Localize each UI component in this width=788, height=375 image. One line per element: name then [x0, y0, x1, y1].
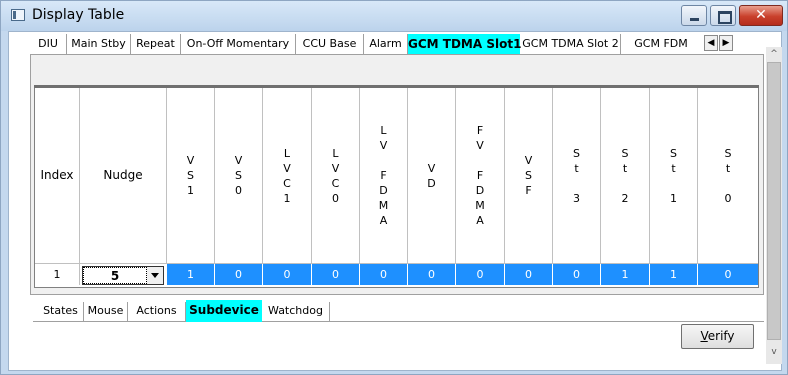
cell-st1[interactable]: 1 [650, 264, 698, 285]
scrollbar-thumb[interactable] [767, 62, 781, 340]
header-lvc1[interactable]: L V C 1 [263, 88, 312, 264]
cell-lv-fdma[interactable]: 0 [360, 264, 408, 285]
minimize-button[interactable] [681, 5, 707, 26]
tab-diu[interactable]: DIU [30, 34, 67, 54]
header-st2[interactable]: S t 2 [601, 88, 650, 264]
verify-label: erify [707, 329, 735, 343]
tab-gcm-tdma-slot-2[interactable]: GCM TDMA Slot 2 [521, 34, 621, 54]
app-icon [11, 9, 25, 21]
header-vd[interactable]: V D [408, 88, 456, 264]
verify-accelerator: V [700, 329, 708, 343]
tab-gcm-tdma-slot1[interactable]: GCM TDMA Slot1 [408, 34, 521, 54]
chevron-down-icon[interactable] [147, 267, 163, 284]
cell-vs0[interactable]: 0 [215, 264, 263, 285]
window-title: Display Table [32, 7, 125, 23]
header-vs0[interactable]: V S 0 [215, 88, 263, 264]
tab-mouse[interactable]: Mouse [84, 302, 128, 322]
scroll-down-icon[interactable]: v [769, 347, 779, 357]
tab-alarm[interactable]: Alarm [364, 34, 408, 54]
vertical-scrollbar[interactable]: ^ v [766, 47, 782, 364]
header-index[interactable]: Index [35, 88, 80, 264]
header-st0[interactable]: S t 0 [698, 88, 758, 264]
tab-subdevice[interactable]: Subdevice [186, 300, 262, 322]
header-nudge[interactable]: Nudge [80, 88, 167, 264]
header-fv-fdma[interactable]: F V F D M A [456, 88, 505, 264]
scroll-up-icon[interactable]: ^ [769, 49, 779, 59]
cell-st3[interactable]: 0 [553, 264, 601, 285]
cell-fv-fdma[interactable]: 0 [456, 264, 505, 285]
tab-states[interactable]: States [38, 302, 84, 322]
tab-scroll-right-icon[interactable]: ▶ [719, 35, 733, 51]
title-bar[interactable]: Display Table ✕ [1, 1, 787, 31]
cell-vs1[interactable]: 1 [167, 264, 215, 285]
header-lv-fdma[interactable]: L V F D M A [360, 88, 408, 264]
header-st3[interactable]: S t 3 [553, 88, 601, 264]
cell-lvc0[interactable]: 0 [312, 264, 360, 285]
tab-ccu-base[interactable]: CCU Base [296, 34, 364, 54]
cell-vd[interactable]: 0 [408, 264, 456, 285]
cell-st2[interactable]: 1 [601, 264, 650, 285]
tab-on-off-momentary[interactable]: On-Off Momentary [181, 34, 296, 54]
cell-st0[interactable]: 0 [698, 264, 758, 285]
header-st1[interactable]: S t 1 [650, 88, 698, 264]
tab-main-stby[interactable]: Main Stby [67, 34, 131, 54]
tab-scroll-left-icon[interactable]: ◀ [704, 35, 718, 51]
verify-button[interactable]: Verify [681, 324, 754, 349]
cell-lvc1[interactable]: 0 [263, 264, 312, 285]
header-lvc0[interactable]: L V C 0 [312, 88, 360, 264]
tab-gcm-fdma[interactable]: GCM FDM [621, 34, 701, 54]
header-vsf[interactable]: V S F [505, 88, 553, 264]
tab-actions[interactable]: Actions [128, 302, 186, 322]
nudge-value: 5 [83, 267, 147, 284]
cell-vsf[interactable]: 0 [505, 264, 553, 285]
top-tab-strip: DIU Main Stby Repeat On-Off Momentary CC… [30, 34, 776, 54]
tab-repeat[interactable]: Repeat [131, 34, 181, 54]
maximize-button[interactable] [710, 5, 736, 26]
close-button[interactable]: ✕ [739, 5, 783, 26]
close-icon: ✕ [755, 7, 767, 23]
nudge-select[interactable]: 5 [82, 266, 164, 285]
tab-watchdog[interactable]: Watchdog [262, 302, 330, 322]
row-index-cell[interactable]: 1 [35, 264, 80, 285]
header-vs1[interactable]: V S 1 [167, 88, 215, 264]
bottom-tab-frame [33, 321, 764, 362]
